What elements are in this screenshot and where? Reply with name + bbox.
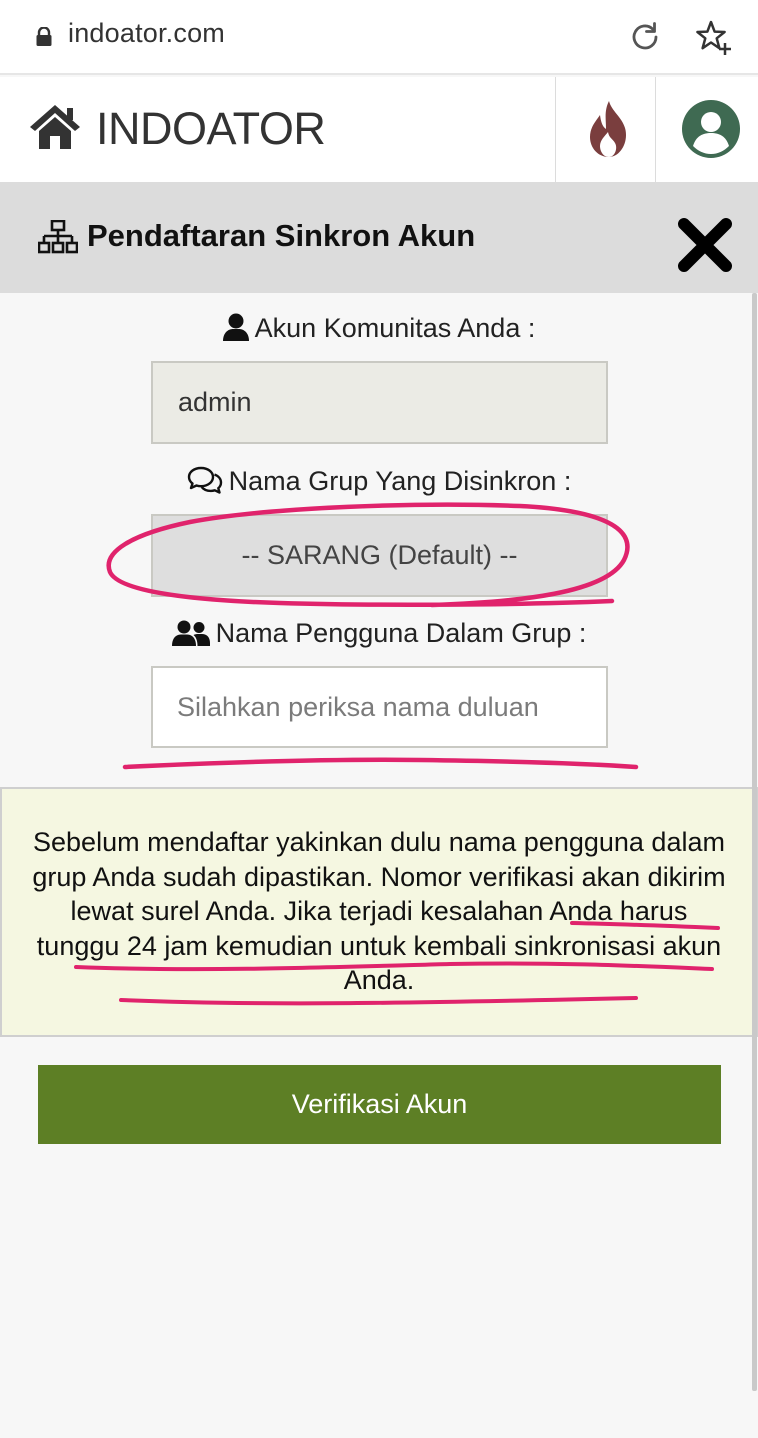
group-select[interactable]: -- SARANG (Default) -- (151, 514, 608, 597)
verify-account-button[interactable]: Verifikasi Akun (38, 1065, 721, 1144)
annotation-underline (122, 757, 639, 770)
user-circle-icon (682, 100, 740, 158)
close-icon[interactable] (676, 216, 734, 274)
group-username-field[interactable] (151, 666, 608, 748)
group-label: Nama Grup Yang Disinkron : (0, 466, 758, 497)
account-button[interactable] (655, 77, 758, 182)
group-username-input[interactable] (153, 668, 606, 746)
scrollbar[interactable] (752, 293, 757, 1391)
panel-header: Pendaftaran Sinkron Akun (0, 182, 758, 293)
trending-button[interactable] (555, 77, 655, 182)
community-account-label: Akun Komunitas Anda : (0, 313, 758, 344)
site-header: INDOATOR (0, 77, 758, 182)
brand-logo-text[interactable]: INDOATOR (96, 103, 326, 155)
url-text[interactable]: indoator.com (68, 18, 225, 49)
verification-notice: Sebelum mendaftar yakinkan dulu nama pen… (0, 787, 758, 1037)
notice-text: Sebelum mendaftar yakinkan dulu nama pen… (32, 827, 726, 995)
reload-icon[interactable] (628, 20, 662, 54)
fire-icon (590, 101, 626, 157)
browser-address-bar[interactable]: indoator.com (0, 0, 758, 75)
users-icon (171, 620, 210, 646)
home-icon[interactable] (28, 103, 82, 151)
lock-icon (36, 27, 52, 46)
user-icon (222, 313, 249, 341)
comments-icon (187, 466, 222, 494)
panel-title: Pendaftaran Sinkron Akun (87, 218, 476, 253)
group-username-label: Nama Pengguna Dalam Grup : (0, 618, 758, 649)
community-account-field[interactable]: admin (151, 361, 608, 444)
sitemap-icon (38, 220, 78, 254)
star-add-icon[interactable] (694, 18, 732, 56)
